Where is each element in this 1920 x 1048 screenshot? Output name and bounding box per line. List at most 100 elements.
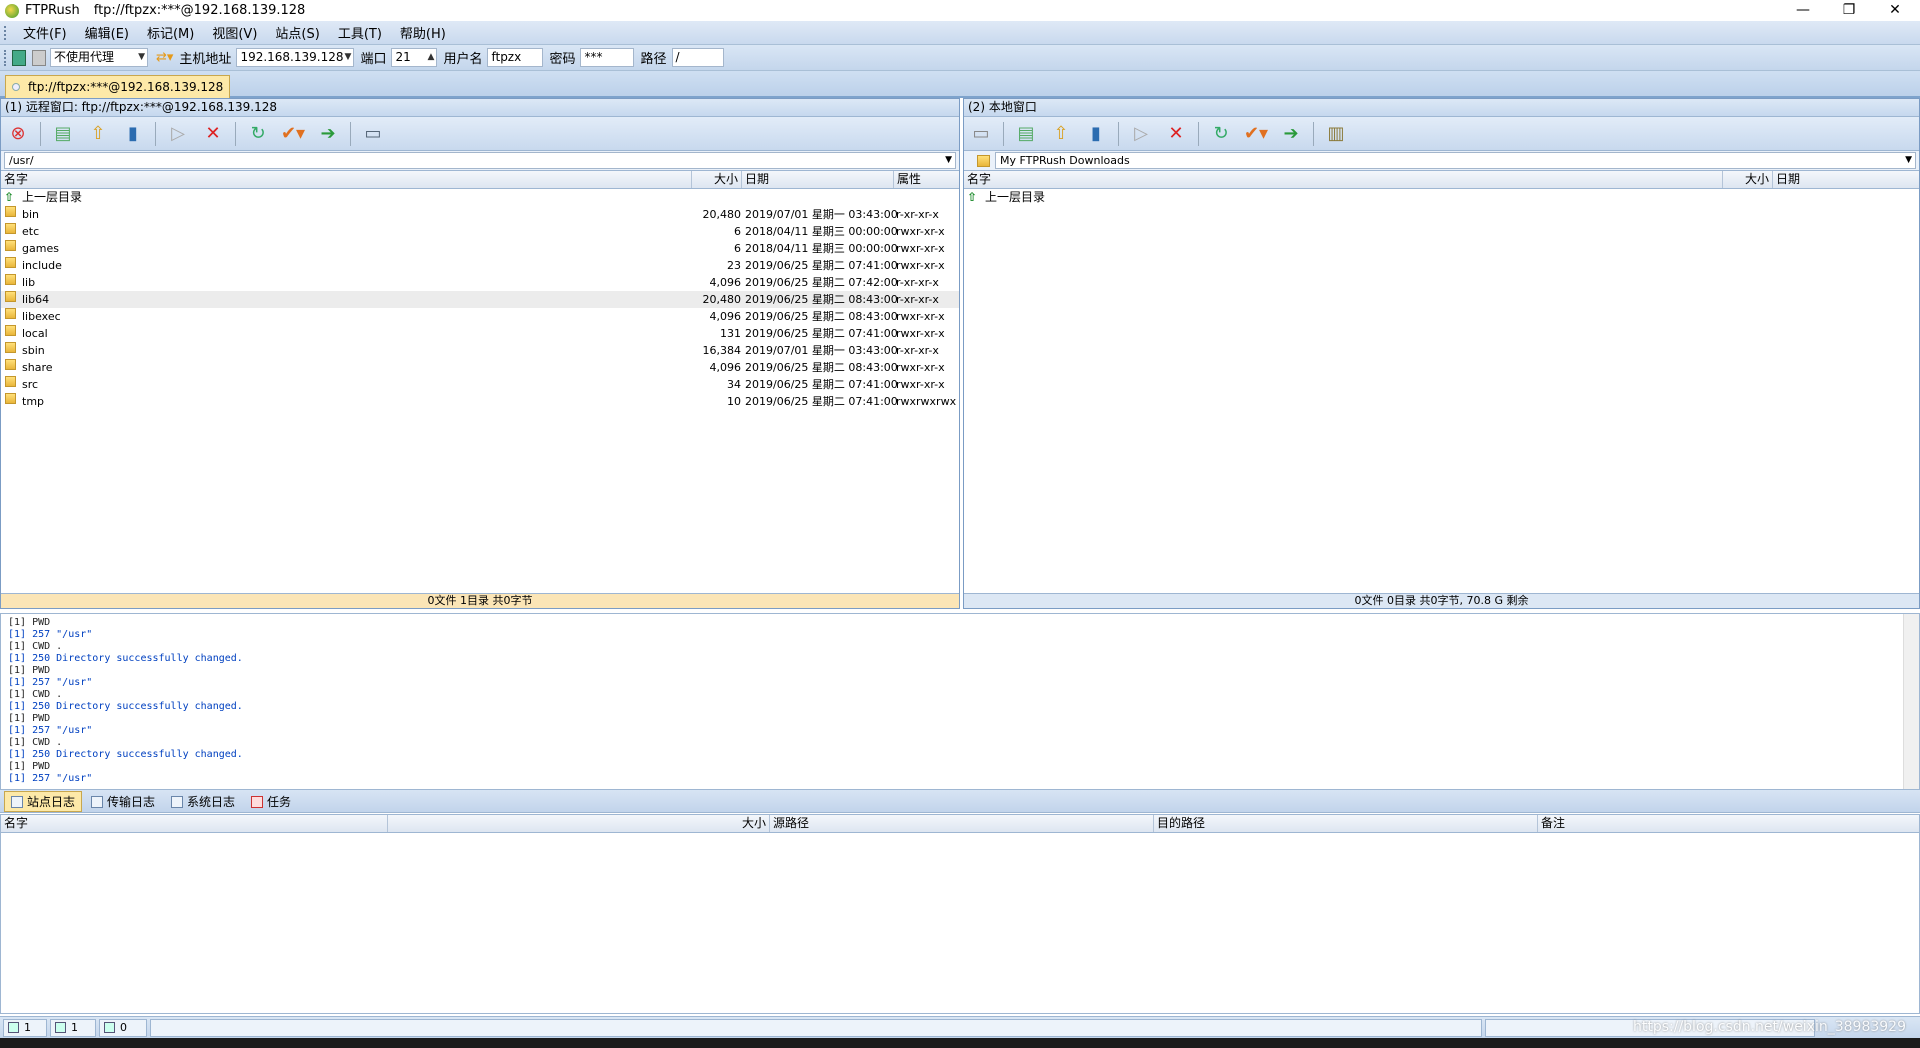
transfer-icon[interactable]: ➔ <box>1278 121 1304 147</box>
session-log: [1] PWD [1] 257 "/usr" [1] CWD . [1] 250 Di… <box>0 613 1920 790</box>
connect-icon[interactable] <box>12 49 26 66</box>
col-source-path[interactable]: 源路径 <box>769 815 1153 832</box>
menu-view[interactable]: 视图(V) <box>203 23 266 42</box>
menu-edit[interactable]: 编辑(E) <box>76 23 138 42</box>
col-note[interactable]: 备注 <box>1537 815 1919 832</box>
chevron-down-icon: ▼ <box>344 52 352 62</box>
file-name: local <box>22 327 48 340</box>
col-size[interactable]: 大小 <box>1722 171 1772 188</box>
file-attr: rwxr-xr-x <box>896 310 945 323</box>
local-path-input[interactable]: My FTPRush Downloads ▼ <box>995 152 1916 169</box>
port-input[interactable]: 21 ▲ <box>391 48 438 67</box>
log-scrollbar[interactable] <box>1903 614 1919 789</box>
disconnect-icon[interactable]: ⊗ <box>5 121 31 147</box>
disconnect-icon[interactable] <box>32 49 46 66</box>
parent-dir-icon[interactable]: ⇧ <box>1048 121 1074 147</box>
table-row[interactable]: share 4,096 2019/06/25 星期二 08:43:00 rwxr-xr… <box>1 359 959 376</box>
col-name[interactable]: 名字 <box>1 171 691 188</box>
terminal-icon[interactable]: ▭ <box>360 121 386 147</box>
table-row[interactable]: sbin 16,384 2019/07/01 星期一 03:43:00 r-xr-xr… <box>1 342 959 359</box>
menu-tools[interactable]: 工具(T) <box>329 23 391 42</box>
filter-icon[interactable]: ✔▾ <box>1243 121 1269 147</box>
status-sites: 1 <box>3 1018 47 1037</box>
session-tab[interactable]: ftp://ftpzx:***@192.168.139.128 <box>5 75 231 98</box>
local-status: 0文件 0目录 共0字节, 70.8 G 剩余 <box>964 593 1919 608</box>
file-attr: rwxr-xr-x <box>896 225 945 238</box>
file-attr: rwxr-xr-x <box>896 327 945 340</box>
window-subtitle: ftp://ftpzx:***@192.168.139.128 <box>93 3 306 18</box>
table-row[interactable]: bin 20,480 2019/07/01 星期一 03:43:00 r-xr-xr-… <box>1 206 959 223</box>
new-folder-icon[interactable]: ▤ <box>50 121 76 147</box>
tab-system-log[interactable]: 系统日志 <box>164 791 242 812</box>
drive-icon[interactable]: ▭ <box>968 121 994 147</box>
proxy-select[interactable]: 不使用代理 ▼ <box>50 48 148 67</box>
minimize-button[interactable]: — <box>1780 0 1826 21</box>
col-size[interactable]: 大小 <box>691 171 741 188</box>
path-label: 路径 <box>640 52 667 67</box>
path-input[interactable]: / <box>671 48 724 67</box>
stop-icon[interactable]: ✕ <box>1163 121 1189 147</box>
folder-icon <box>5 359 16 370</box>
new-folder-icon[interactable]: ▤ <box>1013 121 1039 147</box>
col-date[interactable]: 日期 <box>1772 171 1919 188</box>
table-row[interactable]: local 131 2019/06/25 星期二 07:41:00 rwxr-xr-x <box>1 325 959 342</box>
menu-help[interactable]: 帮助(H) <box>391 23 455 42</box>
bookmark-icon[interactable]: ▮ <box>120 121 146 147</box>
connection-icon <box>55 1022 66 1033</box>
parent-dir-row[interactable]: ⇧ 上一层目录 <box>964 189 1919 206</box>
folder-icon <box>5 257 16 268</box>
parent-dir-icon[interactable]: ⇧ <box>85 121 111 147</box>
up-arrow-icon: ⇧ <box>4 190 15 204</box>
table-row[interactable]: etc 6 2018/04/11 星期三 00:00:00 rwxr-xr-x <box>1 223 959 240</box>
filter-icon[interactable]: ✔▾ <box>280 121 306 147</box>
menu-site[interactable]: 站点(S) <box>266 23 328 42</box>
table-row[interactable]: libexec 4,096 2019/06/25 星期二 08:43:00 rwxr-… <box>1 308 959 325</box>
site-manager-icon[interactable]: ⇄▾ <box>156 50 173 65</box>
tab-tasks[interactable]: 任务 <box>244 791 298 812</box>
file-name: bin <box>22 208 40 221</box>
database-icon[interactable]: ▥ <box>1323 121 1349 147</box>
host-input[interactable]: 192.168.139.128 ▼ <box>236 48 355 67</box>
tab-site-log[interactable]: 站点日志 <box>4 791 83 812</box>
system-log-icon <box>171 795 184 808</box>
refresh-icon[interactable]: ↻ <box>1208 121 1234 147</box>
menu-file[interactable]: 文件(F) <box>14 23 76 42</box>
play-icon[interactable]: ▷ <box>165 121 191 147</box>
toolbar-separator <box>1313 121 1314 146</box>
col-name[interactable]: 名字 <box>964 171 1722 188</box>
table-row[interactable]: lib 4,096 2019/06/25 星期二 07:42:00 r-xr-xr-x <box>1 274 959 291</box>
col-name[interactable]: 名字 <box>1 815 387 832</box>
col-attr[interactable]: 属性 <box>893 171 959 188</box>
refresh-icon[interactable]: ↻ <box>245 121 271 147</box>
table-row[interactable]: include 23 2019/06/25 星期二 07:41:00 rwxr-xr-… <box>1 257 959 274</box>
remote-path-input[interactable]: /usr/ ▼ <box>4 152 956 169</box>
close-button[interactable]: ✕ <box>1872 0 1918 21</box>
tab-transfer-log[interactable]: 传输日志 <box>84 791 162 812</box>
col-date[interactable]: 日期 <box>741 171 893 188</box>
session-status-icon <box>12 83 20 91</box>
table-row[interactable]: src 34 2019/06/25 星期二 07:41:00 rwxr-xr-x <box>1 376 959 393</box>
file-size: 6 <box>734 242 741 255</box>
col-dest-path[interactable]: 目的路径 <box>1153 815 1537 832</box>
user-input[interactable]: ftpzx <box>487 48 544 67</box>
status-sites-count: 1 <box>24 1021 31 1034</box>
spinner-icon[interactable]: ▲ <box>428 49 435 66</box>
file-date: 2019/06/25 星期二 07:41:00 <box>745 259 898 272</box>
parent-dir-row[interactable]: ⇧ 上一层目录 <box>1 189 959 206</box>
play-icon[interactable]: ▷ <box>1128 121 1154 147</box>
restore-button[interactable]: ❐ <box>1826 0 1872 21</box>
file-size: 20,480 <box>702 293 742 306</box>
transfer-icon[interactable]: ➔ <box>315 121 341 147</box>
bookmark-icon[interactable]: ▮ <box>1083 121 1109 147</box>
folder-icon <box>5 240 16 251</box>
menu-mark[interactable]: 标记(M) <box>138 23 203 42</box>
table-row[interactable]: tmp 10 2019/06/25 星期二 07:41:00 rwxrwxrwx <box>1 393 959 410</box>
log-lines: [1] PWD [1] 257 "/usr" [1] CWD . [1] 250 Di… <box>8 617 1919 785</box>
file-name: include <box>22 259 62 272</box>
password-input[interactable]: *** <box>580 48 635 67</box>
table-row[interactable]: lib64 20,480 2019/06/25 星期二 08:43:00 r-xr-x… <box>1 291 959 308</box>
toolbar-separator <box>350 121 351 146</box>
stop-icon[interactable]: ✕ <box>200 121 226 147</box>
col-size[interactable]: 大小 <box>387 815 769 832</box>
table-row[interactable]: games 6 2018/04/11 星期三 00:00:00 rwxr-xr-x <box>1 240 959 257</box>
